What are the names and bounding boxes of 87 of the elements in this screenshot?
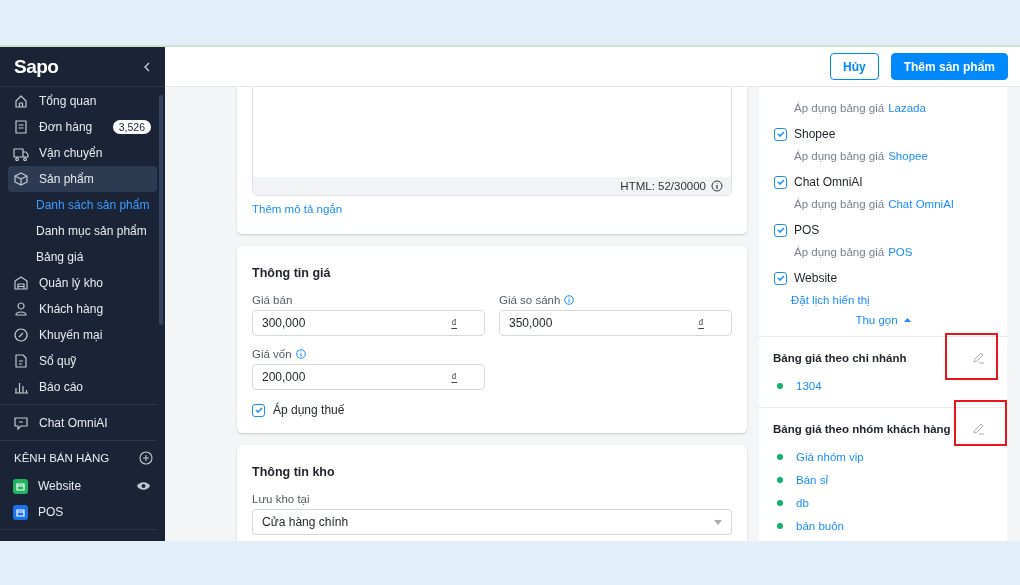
- check-icon: [254, 407, 263, 413]
- check-icon: [776, 179, 785, 185]
- checkbox[interactable]: [774, 223, 787, 237]
- price-list-link[interactable]: Chat OmniAI: [888, 198, 954, 210]
- price-input[interactable]: 300,000 ₫: [252, 310, 485, 336]
- add-icon[interactable]: [139, 451, 153, 465]
- checkbox[interactable]: [774, 175, 787, 189]
- card-title: Thông tin kho: [252, 465, 336, 479]
- html-counter: HTML: 52/30000: [620, 180, 706, 192]
- edit-icon[interactable]: [972, 422, 985, 435]
- checkbox[interactable]: [774, 127, 787, 141]
- chat-icon: [13, 415, 29, 431]
- add-short-description-link[interactable]: Thêm mô tả ngắn: [252, 203, 343, 215]
- channel-name: Website: [794, 271, 838, 285]
- checkbox[interactable]: [252, 403, 265, 417]
- checkbox-label: Áp dụng thuế: [273, 403, 345, 417]
- edit-icon[interactable]: [972, 351, 985, 364]
- nav-item[interactable]: Chat OmniAI: [8, 410, 157, 436]
- status-dot: [777, 476, 783, 483]
- description-editor[interactable]: HTML: 52/30000: [252, 87, 732, 196]
- price-input[interactable]: 200,000 ₫: [252, 364, 485, 390]
- price-input[interactable]: 350,000 ₫: [499, 310, 732, 336]
- status-dot: [777, 499, 783, 506]
- scrollbar-thumb[interactable]: [159, 95, 163, 325]
- channel-item[interactable]: POS: [8, 499, 157, 525]
- price-list-link[interactable]: 1304: [796, 379, 822, 392]
- collapse-link[interactable]: Thu gọn: [855, 314, 898, 326]
- status-dot: [777, 382, 783, 389]
- sub-nav-item[interactable]: Bảng giá: [0, 244, 165, 270]
- field-label: Lưu kho tại: [252, 493, 311, 505]
- receipt-icon: [13, 119, 29, 135]
- warehouse-icon: [13, 275, 29, 291]
- add-product-button[interactable]: Thêm sản phẩm: [890, 53, 1008, 80]
- check-icon: [776, 275, 785, 281]
- channel-name: POS: [794, 223, 820, 237]
- cancel-button[interactable]: Hủy: [829, 53, 879, 80]
- status-dot: [777, 522, 783, 529]
- price-list-link[interactable]: db: [796, 496, 809, 509]
- nav-item[interactable]: Quản lý kho: [8, 270, 157, 296]
- box-icon: [13, 171, 29, 187]
- field-label: Giá so sánh: [499, 294, 561, 306]
- nav-item[interactable]: Khách hàng: [8, 296, 157, 322]
- price-list-link[interactable]: Bán sỉ: [796, 473, 828, 486]
- discount-icon: [13, 327, 29, 343]
- nav-item[interactable]: Khuyến mại: [8, 322, 157, 348]
- nav-item[interactable]: Sản phẩm: [8, 166, 157, 192]
- dropdown-caret-icon: [714, 519, 722, 525]
- logo[interactable]: Sapo: [14, 55, 59, 78]
- apply-price-text: Áp dụng bảng giá: [794, 246, 885, 258]
- apply-price-text: Áp dụng bảng giá: [794, 150, 885, 162]
- apply-price-text: Áp dụng bảng giá: [794, 102, 885, 114]
- panel-title: Bảng giá theo chi nhánh: [773, 351, 907, 364]
- section-title: KÊNH BÁN HÀNG: [14, 452, 110, 464]
- channel-name: Chat OmniAI: [794, 175, 863, 189]
- nav-item[interactable]: Báo cáo: [8, 374, 157, 400]
- field-label: Giá bán: [252, 294, 293, 306]
- eye-icon[interactable]: [136, 481, 151, 491]
- store-select[interactable]: Cửa hàng chính: [252, 509, 732, 535]
- panel-title: Bảng giá theo nhóm khách hàng: [773, 422, 951, 435]
- nav-item[interactable]: Tổng quan: [8, 88, 157, 114]
- info-icon[interactable]: [564, 295, 575, 305]
- checkbox[interactable]: [774, 271, 787, 285]
- sub-nav-item[interactable]: Danh mục sản phẩm: [0, 218, 165, 244]
- field-label: Giá vốn: [252, 348, 292, 360]
- document-icon: [13, 353, 29, 369]
- price-list-link[interactable]: Shopee: [888, 150, 928, 162]
- apply-price-text: Áp dụng bảng giá: [794, 198, 885, 210]
- status-dot: [777, 453, 783, 460]
- info-icon[interactable]: [295, 349, 306, 359]
- channel-name: Shopee: [794, 127, 836, 141]
- collapse-icon[interactable]: [143, 61, 151, 72]
- home-icon: [13, 93, 29, 109]
- card-title: Thông tin giá: [252, 266, 332, 280]
- info-icon[interactable]: [711, 180, 723, 192]
- nav-item[interactable]: Sổ quỹ: [8, 348, 157, 374]
- schedule-link[interactable]: Đặt lịch hiển thị: [774, 294, 992, 306]
- price-list-link[interactable]: bán buôn: [796, 519, 844, 532]
- channel-item[interactable]: Website: [8, 473, 157, 499]
- nav-item[interactable]: Đơn hàng 3,526: [8, 114, 157, 140]
- person-icon: [13, 301, 29, 317]
- nav-item[interactable]: Vận chuyển: [8, 140, 157, 166]
- count-badge: 3,526: [112, 120, 151, 134]
- check-icon: [776, 227, 785, 233]
- truck-icon: [13, 145, 29, 161]
- sub-nav-item[interactable]: Danh sách sản phẩm: [0, 192, 165, 218]
- caret-icon: [903, 318, 911, 322]
- check-icon: [776, 131, 785, 137]
